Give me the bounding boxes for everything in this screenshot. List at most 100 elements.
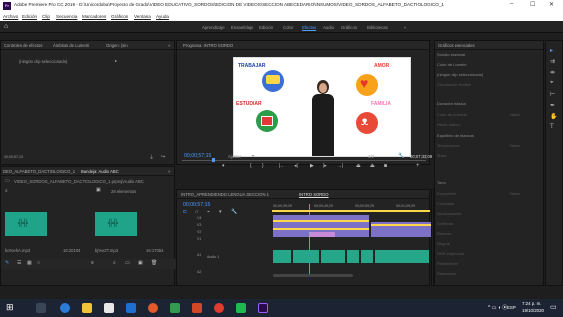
track-a2[interactable]: A2 <box>197 270 201 274</box>
snap-icon[interactable]: ⊏ <box>183 209 187 215</box>
bracket-out-icon[interactable]: } <box>262 163 264 169</box>
clock-date[interactable]: 19/10/2020 <box>522 308 544 313</box>
filter-icon[interactable]: ⏚ <box>149 154 154 161</box>
audio-clip-3[interactable] <box>321 250 345 263</box>
project-item-name-2[interactable]: bj%e2T.mp3 <box>95 248 118 253</box>
find-icon[interactable]: ⌕ <box>113 260 116 266</box>
row-basic-correction[interactable]: Duración básica <box>437 101 466 106</box>
workspace-graficos[interactable]: Gráficos <box>341 25 357 30</box>
premiere-taskbar-icon[interactable] <box>258 303 268 313</box>
track-v2[interactable]: V2 <box>197 230 201 234</box>
settings-wrench-icon[interactable]: 🔧 <box>231 209 237 215</box>
step-forward-icon[interactable]: |▸ <box>323 163 327 169</box>
file-explorer-icon[interactable] <box>82 303 92 313</box>
clock-time[interactable]: 7:24 p. m. <box>522 301 542 306</box>
chrome-icon[interactable] <box>214 303 224 313</box>
expand-arrow-icon[interactable]: ▸ <box>115 58 117 63</box>
link-icon[interactable]: ⌁ <box>207 209 210 215</box>
play-icon[interactable]: ▶ <box>310 163 314 169</box>
pencil-icon[interactable]: ✎ <box>5 260 9 266</box>
tab-project[interactable]: DEO_ALFABETO_DACTIOLOGICO_1 <box>3 169 75 174</box>
step-back-icon[interactable]: ◂| <box>294 163 298 169</box>
menu-edicion[interactable]: Edición <box>22 14 37 19</box>
lift-icon[interactable]: ⏏ <box>356 163 361 169</box>
language-indicator[interactable]: ESP <box>507 305 516 310</box>
ripple-edit-tool-icon[interactable]: ⇹ <box>550 69 555 76</box>
excel-icon[interactable] <box>170 303 180 313</box>
type-tool-icon[interactable]: T <box>550 124 554 130</box>
tab-lumetri-scopes[interactable]: Ámbitos de Lumetri <box>53 43 89 48</box>
tab-sequence-intro-aprendiendo[interactable]: INTRO_APRENDIENDO LENGUA SECCION 1 <box>181 192 269 197</box>
export-icon[interactable]: ↪ <box>161 154 165 160</box>
quality-select[interactable]: 1/2 <box>368 154 374 159</box>
minimize-button[interactable]: – <box>510 1 513 7</box>
track-v4[interactable]: V4 <box>197 216 201 220</box>
edge-icon[interactable] <box>60 303 70 313</box>
task-view-icon[interactable] <box>36 303 46 313</box>
audio-clip-6[interactable] <box>375 250 429 263</box>
essential-graphics-title[interactable]: Gráficos esenciales <box>438 43 475 48</box>
magnet-icon[interactable]: ∩ <box>195 209 199 215</box>
pen-tool-icon[interactable]: ✒ <box>550 102 555 109</box>
search-icon[interactable]: ⌕ <box>5 188 8 194</box>
row-essential-sound[interactable]: Sonido esencial <box>437 52 465 57</box>
tab-bin-audio[interactable]: Bandeja: Audio ABC <box>81 169 119 174</box>
audio-clip-2[interactable] <box>293 250 319 263</box>
notifications-icon[interactable]: ▭ <box>550 303 557 311</box>
home-icon[interactable]: ⌂ <box>4 23 8 30</box>
workspace-edicion[interactable]: Edición <box>259 25 273 30</box>
new-item-icon[interactable]: ▣ <box>138 260 143 266</box>
firefox-icon[interactable] <box>148 303 158 313</box>
workspace-ensamblaje[interactable]: Ensamblaje <box>231 25 253 30</box>
timeline-scrollbar[interactable] <box>273 274 353 277</box>
maximize-button[interactable]: ☐ <box>530 1 535 8</box>
audio-clip-1[interactable] <box>273 250 291 263</box>
workspace-color[interactable]: Color <box>283 25 293 30</box>
audio-clip-5[interactable] <box>361 250 373 263</box>
zoom-slider-icon[interactable]: ○ <box>37 260 40 266</box>
go-to-out-icon[interactable]: →| <box>337 163 343 169</box>
program-playhead[interactable] <box>212 158 215 162</box>
project-item-name-1[interactable]: bo%ehA.mp3 <box>5 248 30 253</box>
mail-icon[interactable] <box>126 303 136 313</box>
workspace-bibliotecas[interactable]: Bibliotecas <box>367 25 388 30</box>
icon-view-icon[interactable]: ▦ <box>27 260 32 266</box>
menu-ayuda[interactable]: Ayuda <box>156 14 169 19</box>
selection-tool-icon[interactable]: ▸ <box>550 47 553 54</box>
store-icon[interactable] <box>104 303 114 313</box>
hand-tool-icon[interactable]: ✋ <box>550 113 557 120</box>
go-to-in-icon[interactable]: |← <box>279 163 285 169</box>
wrench-icon[interactable]: 🔧 <box>398 153 404 159</box>
camera-icon[interactable]: ◙ <box>384 163 387 169</box>
slip-tool-icon[interactable]: ⊢ <box>550 91 555 98</box>
video-clip-pink[interactable] <box>309 232 335 237</box>
tab-source[interactable]: Origen: (sin <box>106 43 128 48</box>
new-bin-footer-icon[interactable]: ▭ <box>125 260 130 266</box>
close-button[interactable]: ✕ <box>549 1 554 8</box>
track-a1[interactable]: A1 <box>197 253 201 257</box>
tab-sequence-intro-sordo[interactable]: INTRO SORDO <box>299 192 329 197</box>
mark-in-icon[interactable]: ▾ <box>222 163 225 169</box>
project-more-icon[interactable]: » <box>168 169 170 174</box>
new-bin-icon[interactable]: ▣ <box>96 187 101 193</box>
tab-effect-controls[interactable]: Controles de efectos <box>4 43 42 48</box>
razor-tool-icon[interactable]: ⌖ <box>550 80 553 87</box>
track-v3[interactable]: V3 <box>197 223 201 227</box>
audio-clip-4[interactable] <box>347 250 359 263</box>
sort-icon[interactable]: ≡ <box>91 260 94 266</box>
system-tray-icons[interactable]: ^ ▭ ◖ ⦿ <box>488 304 507 311</box>
bracket-in-icon[interactable]: { <box>250 163 252 169</box>
workspace-efectos[interactable]: Efectos <box>302 25 317 31</box>
track-v1[interactable]: V1 <box>197 237 201 241</box>
powerpoint-icon[interactable] <box>192 303 202 313</box>
source-more-icon[interactable]: » <box>168 43 170 48</box>
trash-icon[interactable]: 🗑 <box>151 260 157 266</box>
track-select-tool-icon[interactable]: ⇉ <box>550 58 555 65</box>
menu-archivo[interactable]: Archivo <box>3 14 18 19</box>
menu-marcadores[interactable]: Marcadores <box>82 14 106 19</box>
program-scrubber[interactable] <box>182 160 426 161</box>
list-view-icon[interactable]: ☰ <box>17 260 21 266</box>
fit-dropdown-icon[interactable]: ▾ <box>252 153 254 158</box>
menu-secuencia[interactable]: Secuencia <box>56 14 77 19</box>
start-button-icon[interactable]: ⊞ <box>6 302 14 313</box>
